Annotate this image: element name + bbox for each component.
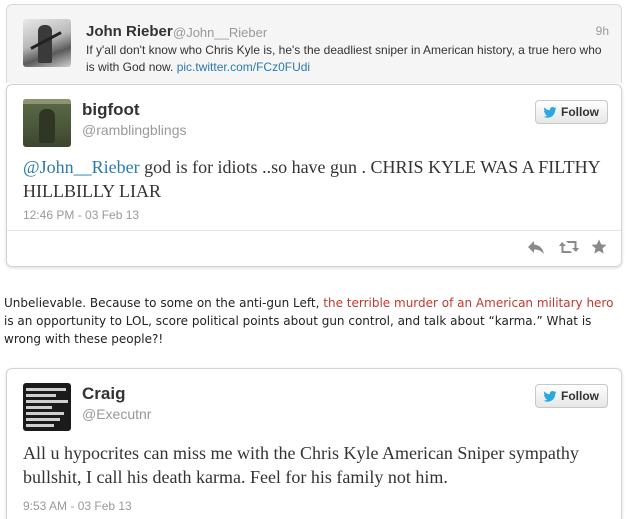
tweet-text: If y'all don't know who Chris Kyle is, h… <box>86 42 606 76</box>
author-handle[interactable]: @Executnr <box>82 406 151 422</box>
reply-icon[interactable] <box>527 239 545 255</box>
avatar[interactable] <box>23 19 71 67</box>
avatar[interactable] <box>23 99 71 147</box>
divider <box>7 230 621 231</box>
tweet-text: @John__Rieber god is for idiots ..so hav… <box>23 155 603 203</box>
parent-tweet: John Rieber @John__Rieber 9h If y'all do… <box>6 4 622 83</box>
tweet-actions <box>527 239 609 255</box>
tweet-time[interactable]: 9h <box>596 24 609 38</box>
mention-link[interactable]: @John__Rieber <box>23 157 140 177</box>
favorite-icon[interactable] <box>591 239 609 255</box>
follow-button[interactable]: Follow <box>535 100 608 124</box>
author-name[interactable]: John Rieber <box>86 23 173 40</box>
follow-button[interactable]: Follow <box>535 384 608 408</box>
avatar[interactable] <box>23 383 71 431</box>
twitter-bird-icon <box>543 390 557 402</box>
pic-link[interactable]: pic.twitter.com/FCz0FUdi <box>177 60 310 74</box>
author-name[interactable]: Craig <box>82 384 125 404</box>
author-handle[interactable]: @ramblingblings <box>82 122 186 138</box>
follow-label: Follow <box>561 389 599 403</box>
tweet-timestamp[interactable]: 9:53 AM - 03 Feb 13 <box>23 499 132 513</box>
tweet-text-body: If y'all don't know who Chris Kyle is, h… <box>86 43 602 74</box>
author-name[interactable]: bigfoot <box>82 100 140 120</box>
retweet-icon[interactable] <box>559 239 579 255</box>
follow-label: Follow <box>561 105 599 119</box>
article-text-before: Unbelievable. Because to some on the ant… <box>4 296 324 310</box>
tweet-card: bigfoot @ramblingblings Follow @John__Ri… <box>6 84 622 267</box>
article-text-after: is an opportunity to LOL, score politica… <box>4 314 592 346</box>
article-paragraph: Unbelievable. Because to some on the ant… <box>4 294 626 348</box>
article-link[interactable]: the terrible murder of an American milit… <box>323 296 613 310</box>
author-handle[interactable]: @John__Rieber <box>173 25 267 40</box>
tweet-text: All u hypocrites can miss me with the Ch… <box>23 443 579 487</box>
tweet-timestamp[interactable]: 12:46 PM - 03 Feb 13 <box>23 208 139 222</box>
tweet-card: Craig @Executnr Follow All u hypocrites … <box>6 368 622 519</box>
twitter-bird-icon <box>543 106 557 118</box>
